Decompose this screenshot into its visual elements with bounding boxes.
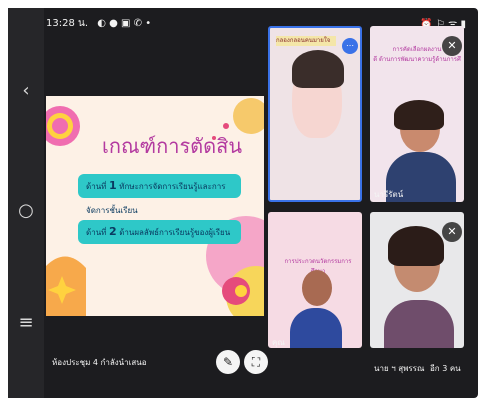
participant-face: [302, 270, 332, 306]
participant-name: นารีรัตน์: [374, 190, 404, 199]
participant-hair: [394, 100, 444, 130]
criteria-prefix: ด้านที่: [86, 228, 107, 237]
status-indicators: ◐ ● ▣ ✆ •: [97, 18, 152, 29]
criteria-item-1: ด้านที่ 1 ทักษะการจัดการเรียนรู้และการจั…: [78, 174, 241, 215]
criteria-item-2: ด้านที่ 2 ด้านผลลัพธ์การเรียนรู้ของผู้เร…: [78, 220, 241, 244]
more-participants-label[interactable]: อีก 3 คน: [430, 362, 461, 375]
participant-tile-1[interactable]: กลองกลอนคนมายใจ ⋯: [268, 26, 362, 202]
criteria-text: ด้านผลลัพธ์การเรียนรู้ของผู้เรียน: [119, 228, 231, 237]
criteria-prefix: ด้านที่: [86, 182, 107, 191]
status-time: 13:28 น.: [46, 18, 89, 29]
participant-name: คุณ: [272, 338, 285, 347]
speaking-indicator-icon: ⋯: [342, 38, 358, 54]
mic-off-icon: ✕: [442, 36, 462, 56]
home-button[interactable]: ○: [8, 202, 44, 220]
back-button[interactable]: ‹: [8, 82, 44, 100]
criteria-number: 1: [108, 179, 117, 192]
tile-banner: กลองกลอนคนมายใจ: [276, 36, 336, 46]
room-label: ห้องประชุม 4 กำลังนำเสนอ: [52, 358, 147, 367]
system-nav-bar: ‹ ○ ≡: [8, 8, 44, 398]
shared-slide[interactable]: [46, 96, 264, 316]
participant-tile-3[interactable]: การประกวดนวัตกรรมการศึกษา คุณ: [268, 212, 362, 348]
participant-tile-4[interactable]: ✕: [370, 212, 464, 348]
criteria-number: 2: [108, 225, 117, 238]
participant-hair: [292, 50, 344, 88]
participant-hair: [388, 226, 444, 266]
recents-button[interactable]: ≡: [8, 314, 44, 332]
slide-decoration: [46, 98, 264, 316]
participant-shirt: [384, 300, 454, 348]
slide-title: เกณฑ์การตัดสิน: [102, 134, 243, 158]
fullscreen-button[interactable]: ⛶: [244, 350, 268, 374]
pin-button[interactable]: ✎: [216, 350, 240, 374]
mic-off-icon: ✕: [442, 222, 462, 242]
participant-tile-2[interactable]: การคัดเลือกผลงาน ดี ด้านการพัฒนาความรู้ด…: [370, 26, 464, 202]
participant-shirt: [290, 308, 342, 348]
participant-name: นาย ฯ สุพรรณ: [374, 364, 425, 373]
